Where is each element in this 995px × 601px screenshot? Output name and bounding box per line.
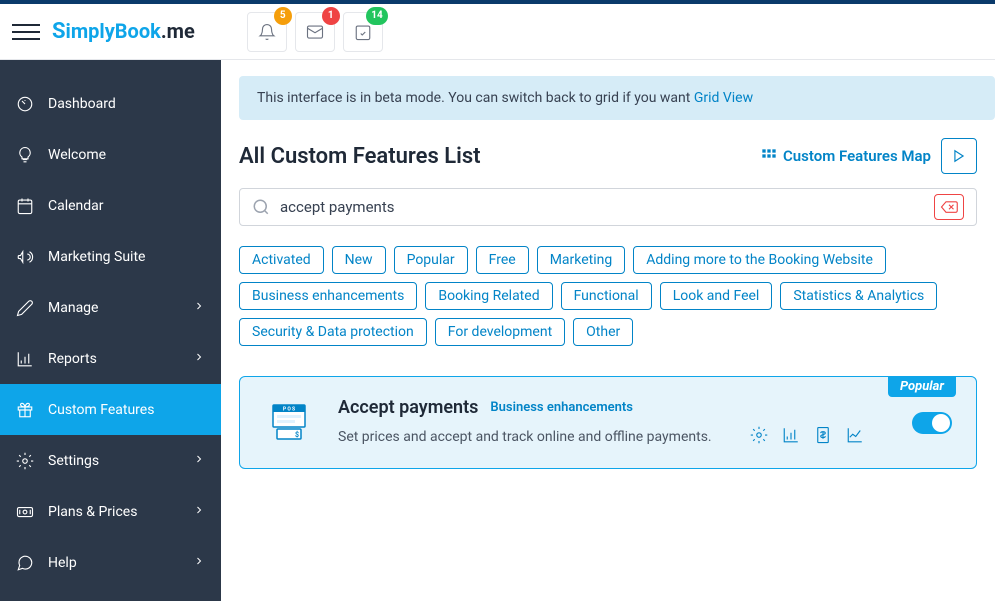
logo[interactable]: SimplyBook.me [52,19,195,44]
chart-icon [16,350,34,368]
sidebar-item-calendar[interactable]: Calendar [0,180,221,231]
filter-tag-new[interactable]: New [332,246,386,274]
mail-icon [306,23,324,41]
play-icon [952,149,966,163]
filter-tag-functional[interactable]: Functional [561,282,652,310]
popular-badge: Popular [888,376,956,397]
chat-icon [16,554,34,572]
banner-text: This interface is in beta mode. You can … [257,90,694,106]
chevron-right-icon [193,351,205,367]
filter-tag-security-data-protection[interactable]: Security & Data protection [239,318,427,346]
chevron-right-icon [193,504,205,520]
sidebar-item-plans-prices[interactable]: Plans & Prices [0,486,221,537]
sidebar-item-label: Marketing Suite [48,249,145,265]
sidebar-item-manage[interactable]: Manage [0,282,221,333]
sidebar-item-marketing-suite[interactable]: Marketing Suite [0,231,221,282]
search-icon [252,198,270,216]
backspace-icon [940,200,958,214]
sidebar-item-label: Custom Features [48,402,154,418]
bookings-button[interactable]: 14 [343,12,383,52]
feature-title: Accept payments [338,397,478,418]
sidebar-item-settings[interactable]: Settings [0,435,221,486]
bookings-badge: 14 [366,7,387,25]
clear-search-button[interactable] [934,194,964,220]
filter-tag-look-and-feel[interactable]: Look and Feel [660,282,773,310]
beta-banner: This interface is in beta mode. You can … [239,76,995,120]
grid-view-link[interactable]: Grid View [694,90,753,106]
pos-icon: P O S $ [264,398,314,448]
sidebar-item-label: Welcome [48,147,106,163]
pencil-icon [16,299,34,317]
filter-tags: Activated New Popular Free MarketingAdding m… [239,246,995,346]
sidebar-item-label: Manage [48,300,98,316]
sidebar-item-label: Reports [48,351,97,367]
filter-tag-activated[interactable]: Activated [239,246,324,274]
calendar-icon [16,197,34,215]
dashboard-icon [16,95,34,113]
features-map-label: Custom Features Map [783,147,931,165]
filter-tag-booking-related[interactable]: Booking Related [425,282,552,310]
filter-tag-popular[interactable]: Popular [394,246,468,274]
messages-button[interactable]: 1 [295,12,335,52]
sidebar-item-custom-features[interactable]: Custom Features [0,384,221,435]
features-map-link[interactable]: Custom Features Map [761,147,931,165]
sidebar-item-help[interactable]: Help [0,537,221,588]
report-feature-icon[interactable] [782,426,800,448]
invoice-feature-icon[interactable] [814,426,832,448]
megaphone-icon [16,248,34,266]
filter-tag-for-development[interactable]: For development [435,318,565,346]
notifications-badge: 5 [274,7,292,25]
chevron-right-icon [193,555,205,571]
svg-text:$: $ [295,431,299,439]
sidebar-item-welcome[interactable]: Welcome [0,129,221,180]
page-title: All Custom Features List [239,144,481,169]
search-box[interactable] [239,188,977,226]
feature-toggle[interactable] [912,412,952,434]
grid-icon [761,148,777,164]
topbar: SimplyBook.me 5 1 14 [0,4,995,60]
filter-tag-business-enhancements[interactable]: Business enhancements [239,282,417,310]
feature-card-accept-payments[interactable]: Popular P O S $ Accept payments Business … [239,376,977,469]
search-input[interactable] [280,198,926,216]
bulb-icon [16,146,34,164]
messages-badge: 1 [322,7,340,25]
play-video-button[interactable] [941,138,977,174]
sidebar: Dashboard Welcome Calendar Marketing Suite M… [0,60,221,601]
main-content: This interface is in beta mode. You can … [221,60,995,601]
money-icon [16,503,34,521]
analytics-feature-icon[interactable] [846,426,864,448]
filter-tag-marketing[interactable]: Marketing [537,246,626,274]
feature-description: Set prices and accept and track online a… [338,429,712,445]
chevron-right-icon [193,453,205,469]
gift-icon [16,401,34,419]
sidebar-item-label: Settings [48,453,99,469]
feature-category[interactable]: Business enhancements [490,400,633,415]
sidebar-item-dashboard[interactable]: Dashboard [0,78,221,129]
svg-text:P O S: P O S [283,406,295,412]
chevron-right-icon [193,300,205,316]
filter-tag-statistics-analytics[interactable]: Statistics & Analytics [780,282,937,310]
sidebar-item-label: Plans & Prices [48,504,137,520]
filter-tag-adding-more-to-the-booking-website[interactable]: Adding more to the Booking Website [633,246,886,274]
calendar-check-icon [354,23,372,41]
sidebar-item-label: Help [48,555,77,571]
settings-feature-icon[interactable] [750,426,768,448]
sidebar-item-label: Dashboard [48,96,116,112]
filter-tag-free[interactable]: Free [476,246,529,274]
sidebar-item-label: Calendar [48,198,104,214]
filter-tag-other[interactable]: Other [573,318,633,346]
bell-icon [258,23,276,41]
sidebar-item-reports[interactable]: Reports [0,333,221,384]
notifications-button[interactable]: 5 [247,12,287,52]
gear-icon [16,452,34,470]
hamburger-menu[interactable] [12,18,40,46]
